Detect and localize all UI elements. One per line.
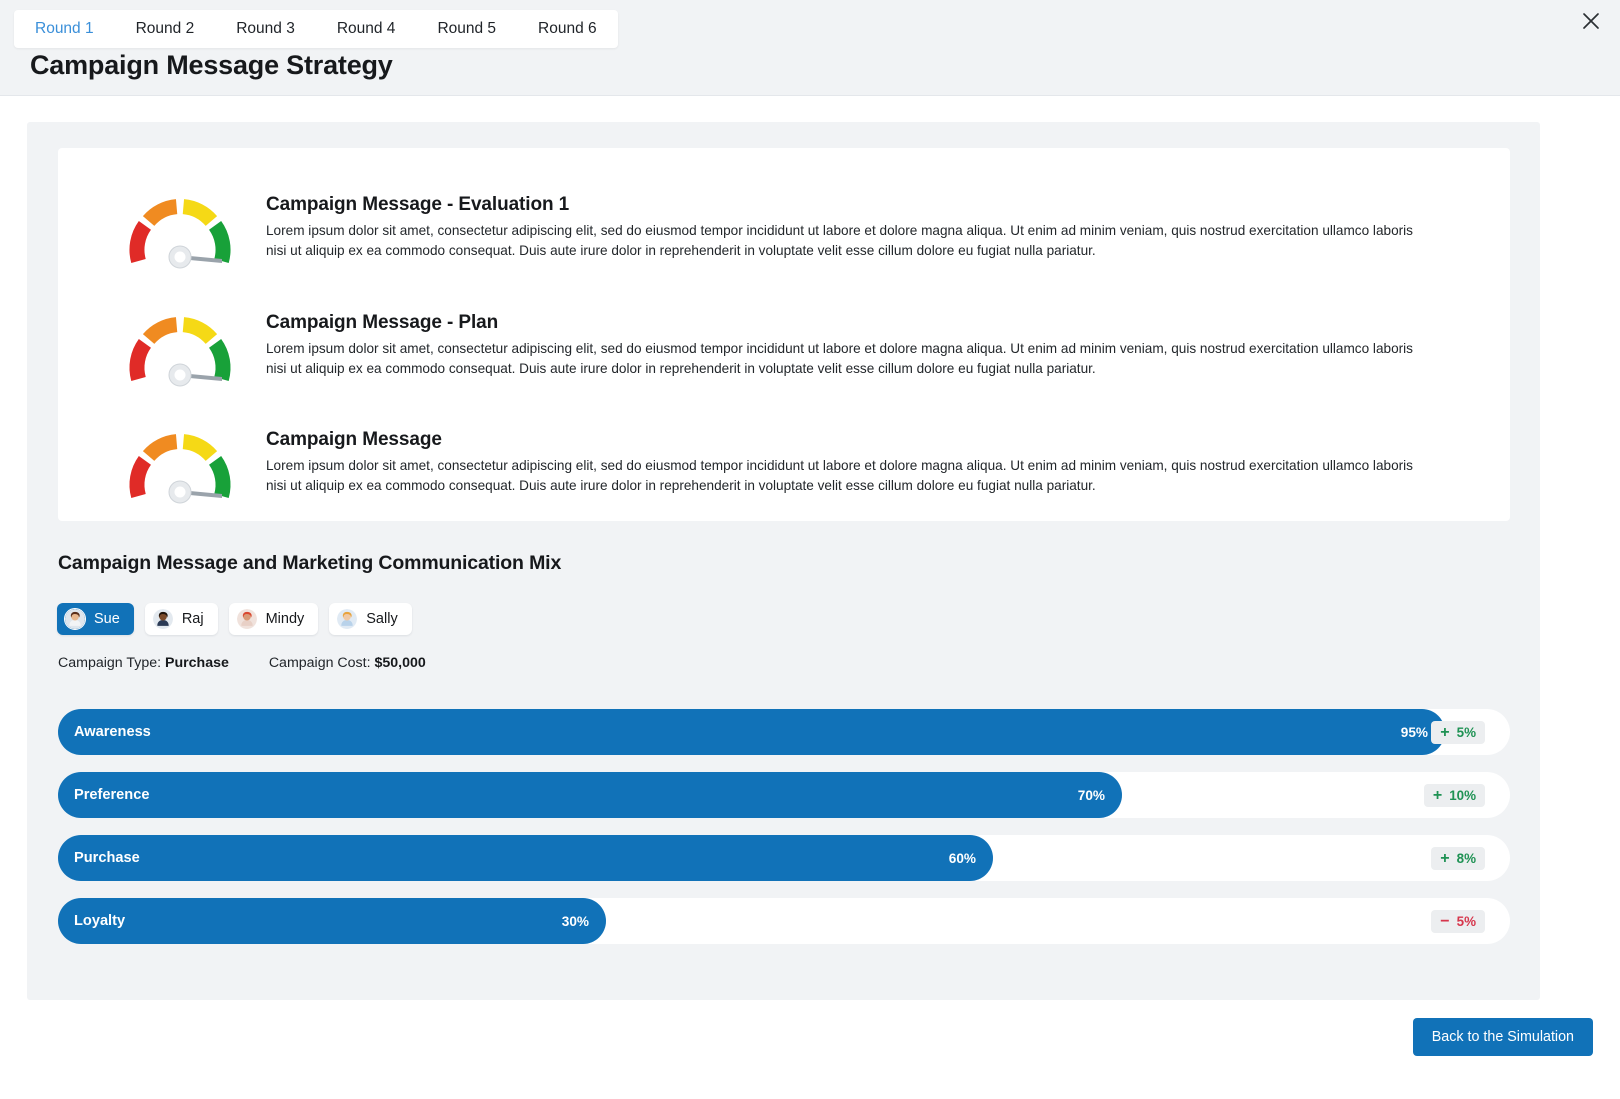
avatar-image bbox=[152, 609, 173, 629]
avatar bbox=[235, 608, 258, 630]
bar-label: Loyalty bbox=[74, 913, 126, 929]
campaign-cost-label: Campaign Cost: bbox=[268, 655, 371, 671]
gauge-icon bbox=[129, 199, 231, 269]
persona-selector: Sue Raj Mindy Sally bbox=[57, 603, 412, 635]
evaluation-row: Campaign Message - Plan Lorem ipsum dolo… bbox=[58, 312, 1510, 407]
delta-sign-icon: + bbox=[1440, 723, 1450, 741]
campaign-cost-value: $50,000 bbox=[374, 655, 426, 671]
bar-row: Awareness 95% + 5% bbox=[58, 709, 1510, 755]
round-tabs: Round 1 Round 2 Round 3 Round 4 Round 5 Round… bbox=[14, 10, 618, 48]
delta-value: 8% bbox=[1456, 850, 1476, 866]
campaign-type-value: Purchase bbox=[165, 655, 229, 671]
evaluations-card: Campaign Message - Evaluation 1 Lorem ip… bbox=[58, 148, 1510, 521]
delta-sign-icon: + bbox=[1440, 849, 1450, 867]
funnel-bars: Awareness 95% + 5% Preference 70% + 10% … bbox=[58, 709, 1510, 961]
campaign-type-label: Campaign Type: bbox=[58, 655, 162, 671]
gauge-icon bbox=[127, 432, 233, 504]
bar-delta-badge: + 8% bbox=[1431, 846, 1485, 870]
gauge-icon bbox=[129, 317, 231, 387]
persona-name: Sally bbox=[366, 611, 398, 627]
bar-label: Awareness bbox=[74, 724, 151, 740]
persona-chip-mindy[interactable]: Mindy bbox=[228, 603, 319, 635]
bar-percent: 95% bbox=[1400, 724, 1428, 740]
bar-fill[interactable]: Awareness 95% bbox=[58, 709, 1445, 755]
content-panel: Campaign Message - Evaluation 1 Lorem ip… bbox=[27, 122, 1540, 1000]
bar-fill[interactable]: Preference 70% bbox=[58, 772, 1122, 818]
delta-sign-icon: − bbox=[1440, 912, 1450, 930]
avatar-image bbox=[236, 609, 257, 629]
evaluation-title: Campaign Message bbox=[266, 429, 442, 450]
evaluation-text: Campaign Message - Evaluation 1 Lorem ip… bbox=[266, 194, 1510, 260]
campaign-message-strategy-page: Round 1 Round 2 Round 3 Round 4 Round 5 Round… bbox=[0, 0, 1620, 1099]
persona-chip-sally[interactable]: Sally bbox=[329, 603, 412, 635]
tab-round-4[interactable]: Round 4 bbox=[316, 10, 417, 48]
gauge-icon bbox=[129, 434, 231, 504]
evaluation-body: Lorem ipsum dolor sit amet, consectetur … bbox=[266, 223, 1413, 258]
close-icon[interactable] bbox=[1576, 6, 1606, 36]
avatar-image bbox=[337, 609, 358, 629]
bar-percent: 70% bbox=[1077, 787, 1105, 803]
bar-delta-badge: + 5% bbox=[1431, 720, 1485, 744]
avatar bbox=[151, 608, 174, 630]
top-bar: Round 1 Round 2 Round 3 Round 4 Round 5 Round… bbox=[0, 0, 1620, 96]
evaluation-body: Lorem ipsum dolor sit amet, consectetur … bbox=[266, 458, 1413, 493]
delta-value: 10% bbox=[1449, 787, 1476, 803]
bar-delta-badge: − 5% bbox=[1431, 909, 1485, 933]
evaluation-text: Campaign Message Lorem ipsum dolor sit a… bbox=[266, 429, 1510, 495]
bar-fill[interactable]: Purchase 60% bbox=[58, 835, 993, 881]
tab-round-1[interactable]: Round 1 bbox=[14, 10, 115, 48]
bar-percent: 60% bbox=[948, 850, 976, 866]
evaluation-title: Campaign Message - Evaluation 1 bbox=[266, 194, 570, 215]
bar-row: Purchase 60% + 8% bbox=[58, 835, 1510, 881]
persona-name: Raj bbox=[181, 611, 204, 627]
persona-chip-sue[interactable]: Sue bbox=[57, 603, 134, 635]
avatar-image bbox=[65, 609, 85, 629]
persona-name: Sue bbox=[94, 611, 120, 627]
persona-name: Mindy bbox=[265, 611, 305, 627]
evaluation-row: Campaign Message - Evaluation 1 Lorem ip… bbox=[58, 194, 1510, 289]
tab-round-5[interactable]: Round 5 bbox=[416, 10, 517, 48]
campaign-meta: Campaign Type: Purchase Campaign Cost: $… bbox=[58, 655, 426, 671]
bar-label: Preference bbox=[74, 787, 150, 803]
evaluation-body: Lorem ipsum dolor sit amet, consectetur … bbox=[266, 341, 1413, 376]
evaluation-title: Campaign Message - Plan bbox=[266, 312, 499, 333]
evaluation-row: Campaign Message Lorem ipsum dolor sit a… bbox=[58, 429, 1510, 524]
bar-fill[interactable]: Loyalty 30% bbox=[58, 898, 606, 944]
mix-section-title: Campaign Message and Marketing Communica… bbox=[58, 552, 562, 574]
delta-sign-icon: + bbox=[1432, 786, 1443, 804]
tab-round-3[interactable]: Round 3 bbox=[215, 10, 316, 48]
persona-chip-raj[interactable]: Raj bbox=[144, 603, 218, 635]
bar-row: Preference 70% + 10% bbox=[58, 772, 1510, 818]
avatar bbox=[64, 608, 86, 630]
gauge-icon bbox=[127, 197, 233, 269]
avatar bbox=[336, 608, 359, 630]
back-to-simulation-button[interactable]: Back to the Simulation bbox=[1412, 1018, 1593, 1056]
tab-round-2[interactable]: Round 2 bbox=[115, 10, 216, 48]
delta-value: 5% bbox=[1456, 913, 1476, 929]
tab-round-6[interactable]: Round 6 bbox=[517, 10, 618, 48]
delta-value: 5% bbox=[1456, 724, 1476, 740]
bar-percent: 30% bbox=[561, 913, 589, 929]
bar-delta-badge: + 10% bbox=[1423, 783, 1485, 807]
page-title: Campaign Message Strategy bbox=[30, 50, 393, 80]
bar-label: Purchase bbox=[74, 850, 140, 866]
evaluation-text: Campaign Message - Plan Lorem ipsum dolo… bbox=[266, 312, 1510, 378]
gauge-icon bbox=[127, 315, 233, 387]
bar-row: Loyalty 30% − 5% bbox=[58, 898, 1510, 944]
